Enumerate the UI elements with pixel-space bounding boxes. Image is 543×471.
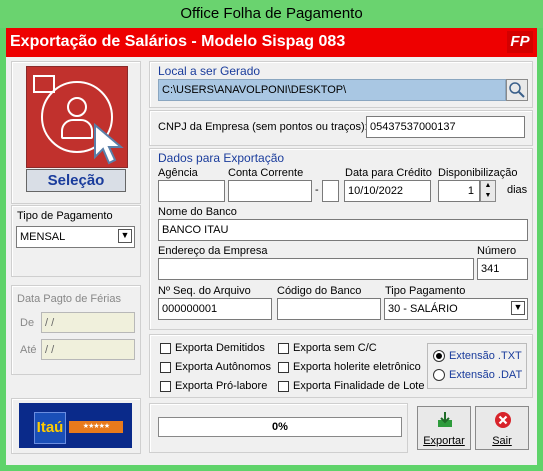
ferias-label: Data Pagto de Férias — [17, 293, 121, 305]
banco-field[interactable]: BANCO ITAU — [158, 219, 528, 241]
seq-field[interactable]: 000000001 — [158, 298, 272, 320]
ext-dat-label: Extensão .DAT — [449, 369, 523, 381]
holerite-label: Exporta holerite eletrônico — [293, 361, 421, 373]
disp-spinner[interactable]: ▲ ▼ — [480, 180, 496, 202]
sair-label: Sair — [492, 435, 512, 447]
holerite-checkbox[interactable] — [278, 362, 289, 373]
cursor-icon — [94, 123, 124, 165]
tipo-pag-label: Tipo Pagamento — [385, 285, 466, 297]
tipo-pagamento-value: MENSAL — [20, 231, 66, 243]
endereco-field[interactable] — [158, 258, 474, 280]
itau-logo-text: Itaú — [34, 412, 66, 444]
spin-up-icon[interactable]: ▲ — [481, 181, 495, 191]
local-path-field[interactable]: C:\USERS\ANAVOLPONI\DESKTOP\ — [158, 79, 506, 101]
banco-label: Nome do Banco — [158, 206, 237, 218]
exportar-button[interactable]: Exportar — [417, 406, 471, 450]
demitidos-label: Exporta Demitidos — [175, 342, 265, 354]
finalidade-checkbox[interactable] — [278, 381, 289, 392]
factory-icon — [33, 75, 55, 93]
dias-label: dias — [507, 184, 528, 196]
search-icon — [509, 82, 525, 98]
sair-button[interactable]: Sair — [475, 406, 529, 450]
cnpj-label: CNPJ da Empresa (sem pontos ou traços): — [158, 121, 368, 133]
browse-button[interactable] — [506, 79, 528, 101]
data-credito-field[interactable]: 10/10/2022 — [344, 180, 431, 202]
progress-text: 0% — [272, 421, 288, 433]
numero-label: Número — [477, 245, 517, 257]
agencia-field[interactable] — [158, 180, 225, 202]
autonomos-checkbox[interactable] — [160, 362, 171, 373]
progress-bar: 0% — [158, 417, 402, 437]
ate-date-field[interactable]: / / — [41, 339, 135, 360]
conta-dash: - — [315, 184, 319, 196]
tipo-pagamento-select[interactable]: MENSAL ▼ — [16, 226, 135, 248]
seq-label: Nº Seq. do Arquivo — [158, 285, 251, 297]
ext-txt-label: Extensão .TXT — [449, 350, 522, 362]
window-title-bar: Office Folha de Pagamento — [0, 0, 543, 28]
digito-field[interactable] — [322, 180, 339, 202]
selecao-button[interactable]: Seleção — [26, 169, 126, 192]
agencia-label: Agência — [158, 167, 198, 179]
disp-label: Disponibilização — [438, 167, 518, 179]
form-header: Exportação de Salários - Modelo Sispag 0… — [6, 28, 537, 57]
ext-dat-radio[interactable] — [433, 369, 445, 381]
conta-label: Conta Corrente — [228, 167, 304, 179]
codigo-field[interactable] — [277, 298, 381, 320]
numero-field[interactable]: 341 — [477, 258, 528, 280]
tipo-pag-select[interactable]: 30 - SALÁRIO ▼ — [384, 298, 528, 320]
ext-txt-radio[interactable] — [433, 350, 445, 362]
local-label: Local a ser Gerado — [158, 64, 261, 78]
close-icon — [495, 412, 511, 428]
selecao-image[interactable] — [26, 66, 128, 168]
ate-label: Até — [20, 344, 37, 356]
endereco-label: Endereço da Empresa — [158, 245, 268, 257]
spin-down-icon[interactable]: ▼ — [481, 191, 495, 201]
sem-cc-label: Exporta sem C/C — [293, 342, 377, 354]
tipo-pagamento-label: Tipo de Pagamento — [17, 210, 113, 222]
finalidade-label: Exporta Finalidade de Lote — [293, 380, 425, 392]
tipo-pag-value: 30 - SALÁRIO — [388, 303, 458, 315]
window-title: Office Folha de Pagamento — [180, 5, 363, 22]
demitidos-checkbox[interactable] — [160, 343, 171, 354]
itau-logo-stars: ★★★★★ — [69, 421, 123, 433]
dados-section-label: Dados para Exportação — [158, 151, 285, 165]
itau-logo: Itaú ★★★★★ — [19, 403, 132, 448]
sem-cc-checkbox[interactable] — [278, 343, 289, 354]
chevron-down-icon[interactable]: ▼ — [511, 301, 525, 315]
exportar-label: Exportar — [423, 435, 465, 447]
export-icon — [438, 412, 452, 427]
form-title: Exportação de Salários - Modelo Sispag 0… — [10, 33, 346, 50]
fp-badge: FP — [507, 31, 533, 53]
person-head — [67, 97, 87, 117]
de-date-field[interactable]: / / — [41, 312, 135, 333]
autonomos-label: Exporta Autônomos — [175, 361, 272, 373]
de-label: De — [20, 317, 35, 329]
disp-field[interactable]: 1 — [438, 180, 480, 202]
chevron-down-icon[interactable]: ▼ — [118, 229, 132, 243]
codigo-label: Código do Banco — [277, 285, 362, 297]
cnpj-field[interactable]: 05437537000137 — [366, 116, 525, 138]
prolabore-checkbox[interactable] — [160, 381, 171, 392]
conta-field[interactable] — [228, 180, 312, 202]
prolabore-label: Exporta Pró-labore — [175, 380, 268, 392]
data-credito-label: Data para Crédito — [345, 167, 432, 179]
person-body — [61, 119, 93, 139]
